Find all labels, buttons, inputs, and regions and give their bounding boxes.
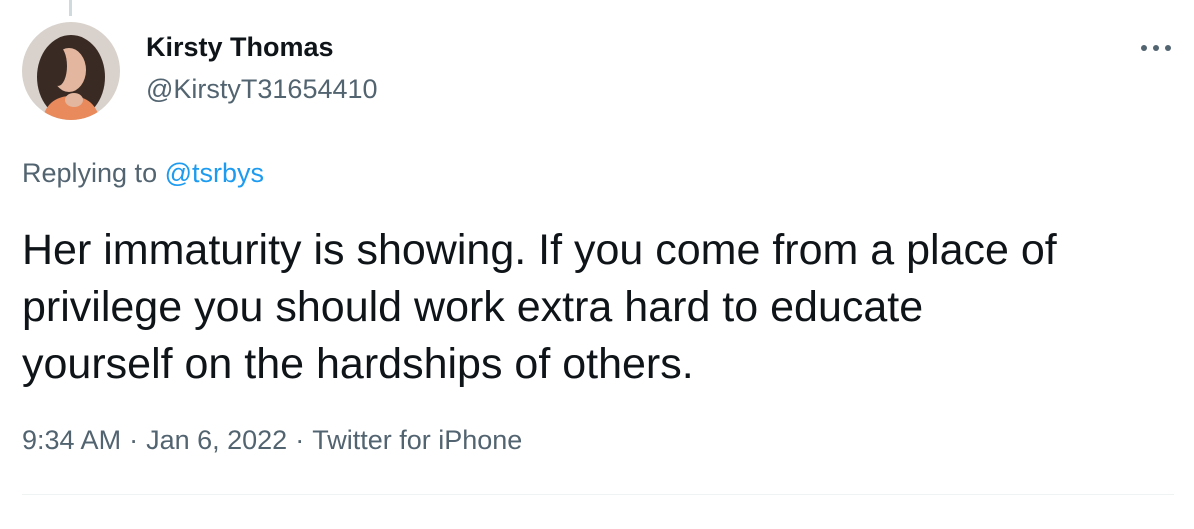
avatar-image — [22, 22, 120, 120]
tweet-metadata: 9:34 AM · Jan 6, 2022 · Twitter for iPhone — [22, 425, 522, 456]
replying-to-label: Replying to — [22, 158, 158, 188]
tweet-time[interactable]: 9:34 AM — [22, 425, 121, 455]
avatar[interactable] — [22, 22, 120, 120]
author-name[interactable]: Kirsty Thomas — [146, 32, 334, 63]
tweet-text-line: Her immaturity is showing. If you come f… — [22, 226, 1057, 274]
thread-connector-line — [69, 0, 72, 16]
divider — [22, 494, 1174, 495]
author-handle[interactable]: @KirstyT31654410 — [146, 74, 378, 105]
tweet-text: Her immaturity is showing. If you come f… — [22, 222, 1172, 393]
reply-mention-link[interactable]: @tsrbys — [165, 158, 264, 188]
tweet-source[interactable]: Twitter for iPhone — [312, 425, 522, 455]
tweet-text-line: privilege you should work extra hard to … — [22, 283, 924, 331]
meta-separator: · — [295, 425, 305, 455]
tweet-date[interactable]: Jan 6, 2022 — [146, 425, 287, 455]
meta-separator: · — [129, 425, 139, 455]
tweet-text-line: yourself on the hardships of others. — [22, 340, 694, 388]
more-options-icon[interactable] — [1136, 36, 1176, 60]
replying-to: Replying to @tsrbys — [22, 158, 264, 189]
